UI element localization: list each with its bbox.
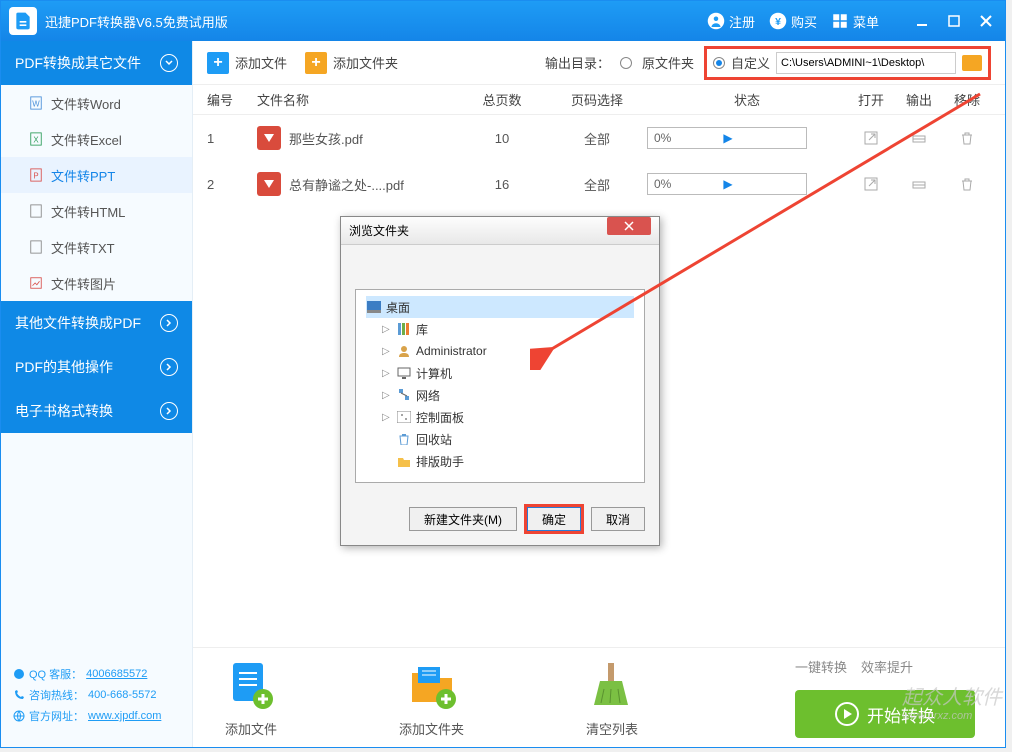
register-button[interactable]: 注册 xyxy=(707,12,755,31)
buy-button[interactable]: ¥ 购买 xyxy=(769,12,817,31)
pdf-icon xyxy=(257,126,281,150)
sidebar-header-pdf-to-other[interactable]: PDF转换成其它文件 xyxy=(1,41,192,85)
open-button[interactable] xyxy=(847,176,895,192)
plus-icon: + xyxy=(207,52,229,74)
app-logo xyxy=(9,7,37,35)
cancel-button[interactable]: 取消 xyxy=(591,507,645,531)
file-plus-icon xyxy=(225,659,277,711)
dialog-title: 浏览文件夹 xyxy=(349,222,409,239)
bottom-add-file[interactable]: 添加文件 xyxy=(223,657,279,738)
radio-original[interactable] xyxy=(620,57,632,69)
toolbar: +添加文件 +添加文件夹 输出目录： 原文件夹 自定义 xyxy=(193,41,1005,85)
start-convert-button[interactable]: 开始转换 xyxy=(795,690,975,738)
sidebar-item-txt[interactable]: 文件转TXT xyxy=(1,229,192,265)
minimize-button[interactable] xyxy=(911,10,933,32)
qq-icon xyxy=(13,668,25,680)
add-file-button[interactable]: +添加文件 xyxy=(207,52,287,74)
output-button[interactable] xyxy=(895,130,943,146)
dialog-close-button[interactable] xyxy=(607,217,651,235)
broom-icon xyxy=(586,659,638,711)
svg-text:X: X xyxy=(33,136,39,145)
sidebar: PDF转换成其它文件 W文件转Word X文件转Excel P文件转PPT 文件… xyxy=(1,41,193,747)
ok-button[interactable]: 确定 xyxy=(527,507,581,531)
pdf-icon xyxy=(257,172,281,196)
sidebar-header-ebook[interactable]: 电子书格式转换 xyxy=(1,389,192,433)
desktop-icon xyxy=(366,300,382,314)
new-folder-button[interactable]: 新建文件夹(M) xyxy=(409,507,517,531)
svg-text:P: P xyxy=(33,172,38,181)
sidebar-footer: QQ 客服：4006685572 咨询热线：400-668-5572 官方网址：… xyxy=(1,652,192,747)
sidebar-item-excel[interactable]: X文件转Excel xyxy=(1,121,192,157)
qq-link[interactable]: 4006685572 xyxy=(86,668,147,680)
delete-button[interactable] xyxy=(943,130,991,146)
maximize-button[interactable] xyxy=(943,10,965,32)
tree-item-control-panel[interactable]: ▷控制面板 xyxy=(366,406,634,428)
website-contact: 官方网址：www.xjpdf.com xyxy=(13,708,180,724)
menu-button[interactable]: 菜单 xyxy=(831,12,879,31)
bottom-clear[interactable]: 清空列表 xyxy=(584,657,640,738)
phone-icon xyxy=(13,689,25,701)
sidebar-header-other-to-pdf[interactable]: 其他文件转换成PDF xyxy=(1,301,192,345)
library-icon xyxy=(396,322,412,336)
delete-button[interactable] xyxy=(943,176,991,192)
custom-output-box: 自定义 xyxy=(704,46,991,80)
sidebar-item-html[interactable]: 文件转HTML xyxy=(1,193,192,229)
table-row: 2总有静谧之处-....pdf16全部0%▶ xyxy=(193,161,1005,207)
bottom-add-folder[interactable]: 添加文件夹 xyxy=(399,657,464,738)
folder-plus-icon xyxy=(406,659,458,711)
hotline-contact: 咨询热线：400-668-5572 xyxy=(13,687,180,703)
tree-item-network[interactable]: ▷网络 xyxy=(366,384,634,406)
chevron-down-icon xyxy=(160,54,178,72)
play-icon: ▶ xyxy=(654,177,802,191)
output-button[interactable] xyxy=(895,176,943,192)
bottom-bar: 添加文件 添加文件夹 清空列表 一键转换效率提升 开始转换 xyxy=(193,647,1005,747)
folder-icon xyxy=(396,454,412,468)
output-label: 输出目录： xyxy=(545,53,610,72)
progress-bar[interactable]: 0%▶ xyxy=(647,173,807,195)
chevron-right-icon xyxy=(160,402,178,420)
folder-tree[interactable]: 桌面 ▷库 ▷Administrator ▷计算机 ▷网络 ▷控制面板 回收站 … xyxy=(355,289,645,483)
tree-item-helper[interactable]: 排版助手 xyxy=(366,450,634,472)
close-button[interactable] xyxy=(975,10,997,32)
open-button[interactable] xyxy=(847,130,895,146)
table-header: 编号 文件名称 总页数 页码选择 状态 打开 输出 移除 xyxy=(193,85,1005,115)
output-path-input[interactable] xyxy=(776,52,956,74)
tree-item-computer[interactable]: ▷计算机 xyxy=(366,362,634,384)
sidebar-header-pdf-ops[interactable]: PDF的其他操作 xyxy=(1,345,192,389)
table-row: 1那些女孩.pdf10全部0%▶ xyxy=(193,115,1005,161)
recycle-icon xyxy=(396,432,412,446)
computer-icon xyxy=(396,366,412,380)
plus-icon: + xyxy=(305,52,327,74)
play-icon: ▶ xyxy=(654,131,802,145)
radio-custom[interactable] xyxy=(713,57,725,69)
sidebar-item-ppt[interactable]: P文件转PPT xyxy=(1,157,192,193)
tree-item-admin[interactable]: ▷Administrator xyxy=(366,340,634,362)
app-title: 迅捷PDF转换器V6.5免费试用版 xyxy=(45,12,707,31)
tree-item-library[interactable]: ▷库 xyxy=(366,318,634,340)
titlebar: 迅捷PDF转换器V6.5免费试用版 注册 ¥ 购买 菜单 xyxy=(1,1,1005,41)
browse-folder-dialog: 浏览文件夹 桌面 ▷库 ▷Administrator ▷计算机 ▷网络 ▷控制面… xyxy=(340,216,660,546)
svg-text:¥: ¥ xyxy=(775,16,781,28)
qq-contact: QQ 客服：4006685572 xyxy=(13,666,180,682)
add-folder-button[interactable]: +添加文件夹 xyxy=(305,52,398,74)
chevron-right-icon xyxy=(160,358,178,376)
control-panel-icon xyxy=(396,410,412,424)
tree-item-recycle[interactable]: 回收站 xyxy=(366,428,634,450)
network-icon xyxy=(396,388,412,402)
chevron-right-icon xyxy=(160,314,178,332)
sidebar-item-word[interactable]: W文件转Word xyxy=(1,85,192,121)
play-circle-icon xyxy=(835,702,859,726)
svg-text:W: W xyxy=(32,100,40,109)
sidebar-item-image[interactable]: 文件转图片 xyxy=(1,265,192,301)
tree-item-desktop[interactable]: 桌面 xyxy=(366,296,634,318)
browse-folder-icon[interactable] xyxy=(962,55,982,71)
user-icon xyxy=(396,344,412,358)
globe-icon xyxy=(13,710,25,722)
progress-bar[interactable]: 0%▶ xyxy=(647,127,807,149)
website-link[interactable]: www.xjpdf.com xyxy=(88,710,161,722)
